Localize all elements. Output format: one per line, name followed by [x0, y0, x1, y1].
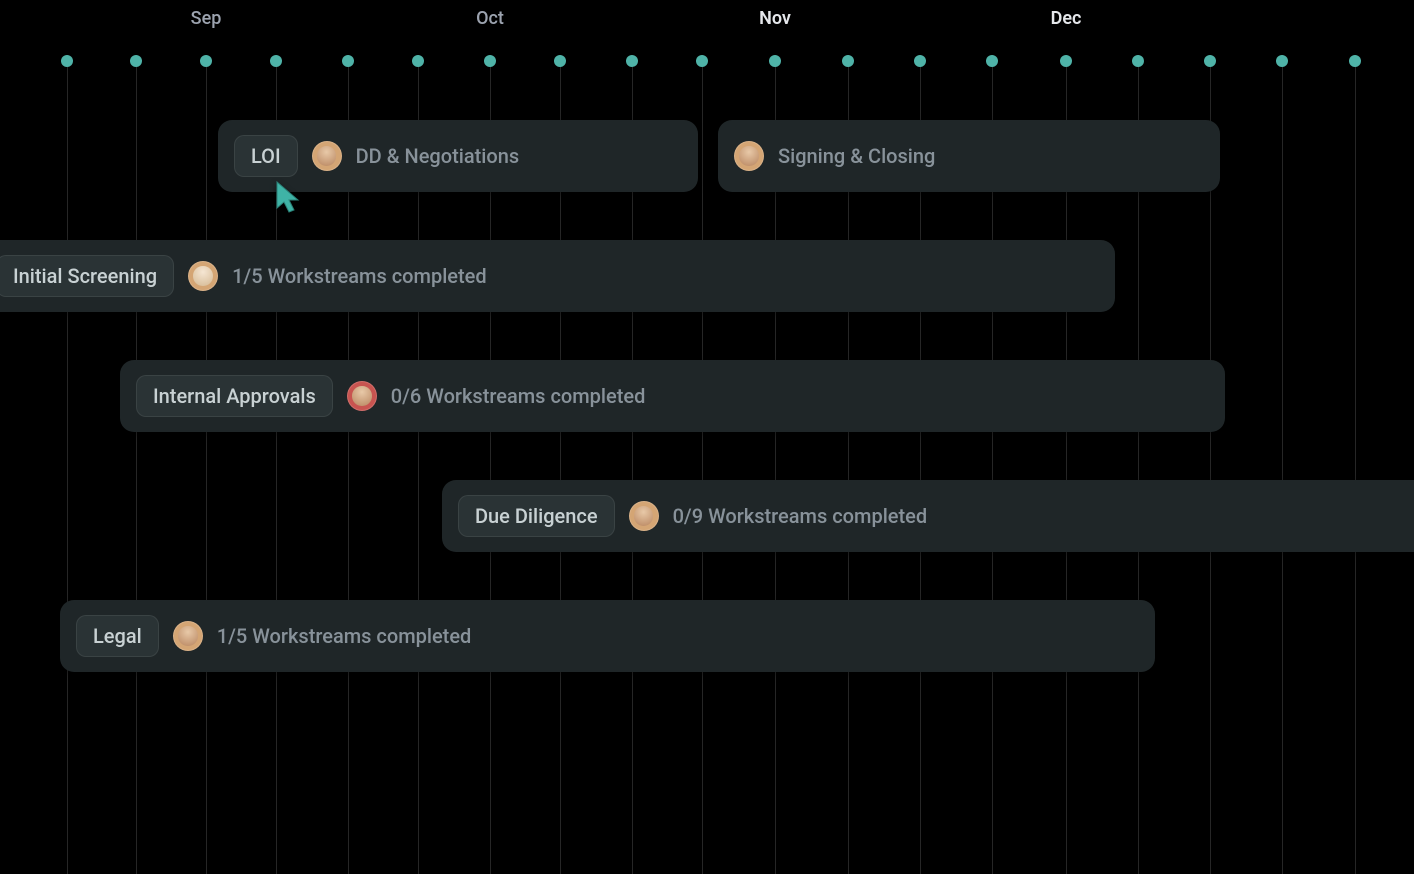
- bar-label-pill: LOI: [234, 135, 298, 177]
- bar-text: 0/9 Workstreams completed: [673, 504, 928, 528]
- month-header: Sep Oct Nov Dec: [0, 8, 1414, 38]
- bar-label-pill: Internal Approvals: [136, 375, 333, 417]
- grid-dot: [769, 55, 781, 67]
- grid-dot: [412, 55, 424, 67]
- grid-dot: [484, 55, 496, 67]
- gantt-bar-signing[interactable]: Signing & Closing: [718, 120, 1220, 192]
- gantt-bar-loi[interactable]: LOI DD & Negotiations: [218, 120, 698, 192]
- grid-dot: [200, 55, 212, 67]
- gantt-row: LOI DD & Negotiations Signing & Closing: [0, 120, 1414, 240]
- month-label-dec: Dec: [1051, 8, 1082, 29]
- grid-dot: [342, 55, 354, 67]
- bar-text: 0/6 Workstreams completed: [391, 384, 646, 408]
- bar-label-pill: Legal: [76, 615, 159, 657]
- month-label-oct: Oct: [476, 8, 504, 29]
- grid-dot: [270, 55, 282, 67]
- month-label-nov: Nov: [759, 8, 791, 29]
- gantt-rows: LOI DD & Negotiations Signing & Closing …: [0, 120, 1414, 720]
- bar-text: 1/5 Workstreams completed: [217, 624, 472, 648]
- gantt-bar-internal-approvals[interactable]: Internal Approvals 0/6 Workstreams compl…: [120, 360, 1225, 432]
- avatar: [347, 381, 377, 411]
- gantt-bar-due-diligence[interactable]: Due Diligence 0/9 Workstreams completed: [442, 480, 1414, 552]
- grid-dot: [61, 55, 73, 67]
- avatar: [312, 141, 342, 171]
- bar-label-pill: Initial Screening: [0, 255, 174, 297]
- grid-dot: [1349, 55, 1361, 67]
- grid-dot: [842, 55, 854, 67]
- grid-dot: [1204, 55, 1216, 67]
- grid-dot: [1132, 55, 1144, 67]
- month-label-sep: Sep: [191, 8, 222, 29]
- gantt-bar-initial-screening[interactable]: Initial Screening 1/5 Workstreams comple…: [0, 240, 1115, 312]
- bar-text: Signing & Closing: [778, 144, 935, 168]
- gantt-row: Initial Screening 1/5 Workstreams comple…: [0, 240, 1414, 360]
- grid-dot: [1276, 55, 1288, 67]
- gantt-timeline: Sep Oct Nov Dec LOI DD & Negotiations Si…: [0, 0, 1414, 874]
- bar-text: DD & Negotiations: [356, 144, 520, 168]
- grid-dot: [696, 55, 708, 67]
- gantt-bar-legal[interactable]: Legal 1/5 Workstreams completed: [60, 600, 1155, 672]
- grid-dot: [914, 55, 926, 67]
- gantt-row: Internal Approvals 0/6 Workstreams compl…: [0, 360, 1414, 480]
- grid-dot: [554, 55, 566, 67]
- avatar: [188, 261, 218, 291]
- gantt-row: Legal 1/5 Workstreams completed: [0, 600, 1414, 720]
- avatar: [734, 141, 764, 171]
- bar-text: 1/5 Workstreams completed: [232, 264, 487, 288]
- grid-dot: [1060, 55, 1072, 67]
- grid-dot: [130, 55, 142, 67]
- grid-dot: [986, 55, 998, 67]
- grid-dot: [626, 55, 638, 67]
- gantt-row: Due Diligence 0/9 Workstreams completed: [0, 480, 1414, 600]
- bar-label-pill: Due Diligence: [458, 495, 615, 537]
- avatar: [629, 501, 659, 531]
- avatar: [173, 621, 203, 651]
